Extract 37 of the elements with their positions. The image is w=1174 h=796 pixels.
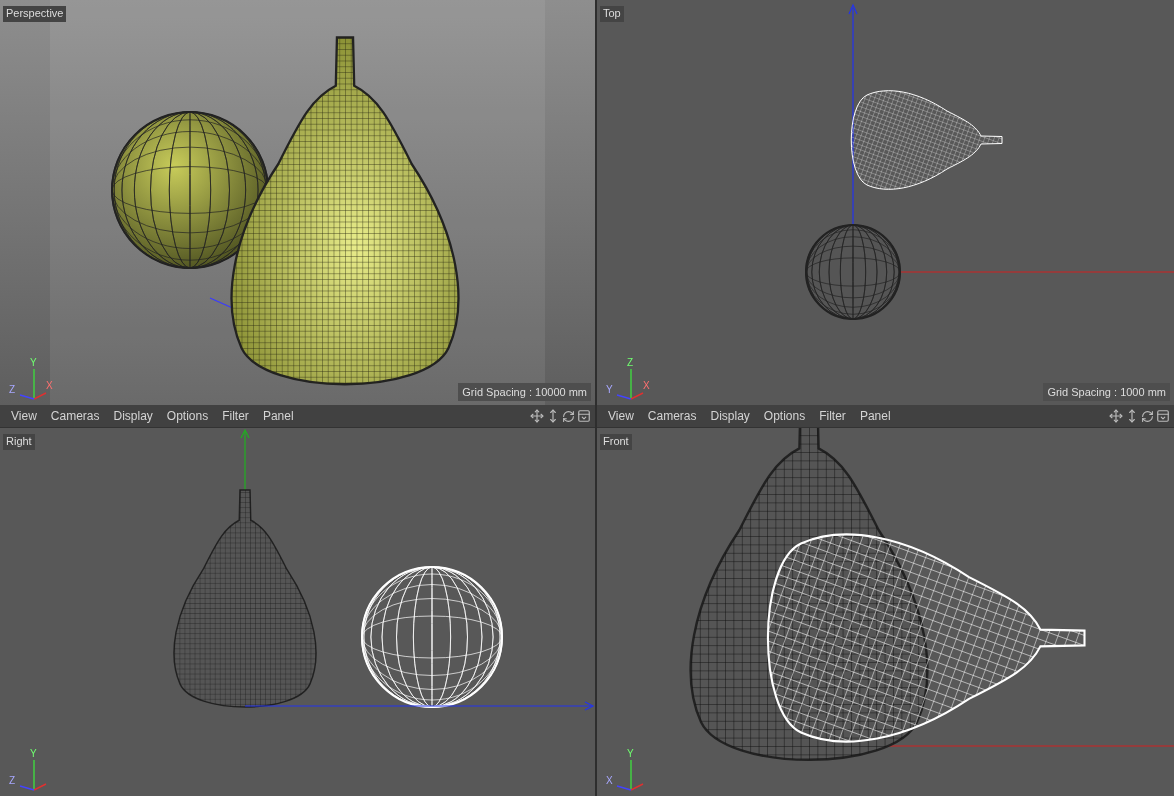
move-icon[interactable] bbox=[1109, 409, 1123, 423]
axis-label: X bbox=[606, 775, 613, 786]
viewport-label: Top bbox=[600, 6, 624, 22]
move-icon[interactable] bbox=[530, 409, 544, 423]
grid-spacing-label: Grid Spacing : 1000 mm bbox=[1043, 382, 1170, 401]
menu-item[interactable]: Display bbox=[703, 407, 757, 425]
axis-label: Y bbox=[30, 357, 37, 368]
menu-item[interactable]: Panel bbox=[255, 407, 301, 425]
viewport-label: Right bbox=[3, 434, 35, 450]
viewport-label: Perspective bbox=[3, 6, 67, 22]
axis-label: Z bbox=[627, 357, 634, 368]
axis-gizmo-icon bbox=[616, 368, 644, 400]
menu-item[interactable]: Panel bbox=[852, 407, 898, 425]
axis-gizmo-icon bbox=[19, 759, 47, 791]
axis-label: X bbox=[643, 380, 650, 391]
menu-item[interactable]: Options bbox=[756, 407, 813, 425]
menu-item[interactable]: View bbox=[601, 407, 641, 425]
menu-item[interactable]: Display bbox=[106, 407, 160, 425]
axis-label: X bbox=[46, 380, 53, 391]
menu-item[interactable]: View bbox=[4, 407, 44, 425]
axis-label: Z bbox=[9, 384, 16, 395]
axis-label: Y bbox=[627, 748, 634, 759]
rotate-icon[interactable] bbox=[562, 409, 575, 423]
layout-icon[interactable] bbox=[1156, 409, 1170, 423]
menu-item[interactable]: Filter bbox=[215, 407, 256, 425]
axis-gizmo-icon bbox=[616, 759, 644, 791]
menu-item[interactable]: Cameras bbox=[43, 407, 107, 425]
axis-label: Y bbox=[606, 384, 613, 395]
menu-item[interactable]: Options bbox=[159, 407, 216, 425]
axis-label: Z bbox=[9, 775, 16, 786]
rotate-icon[interactable] bbox=[1141, 409, 1154, 423]
axis-label: Y bbox=[30, 748, 37, 759]
layout-icon[interactable] bbox=[577, 409, 591, 423]
axis-gizmo-icon bbox=[19, 368, 47, 400]
menu-item[interactable]: Filter bbox=[812, 407, 853, 425]
menu-item[interactable]: Cameras bbox=[640, 407, 704, 425]
viewport-label: Front bbox=[600, 434, 632, 450]
